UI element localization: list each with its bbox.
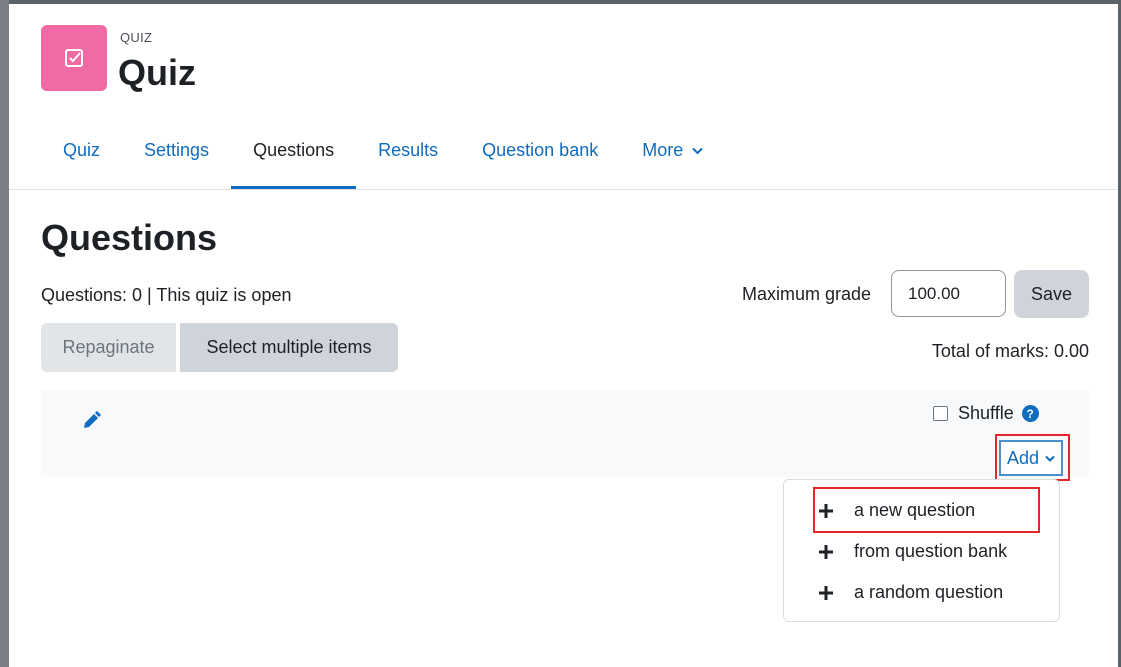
tab-label: Quiz — [63, 140, 101, 160]
tab-label: Results — [378, 140, 439, 160]
tabs-divider — [9, 189, 1118, 190]
add-dropdown-button[interactable]: Add — [999, 440, 1063, 476]
window-frame-left — [0, 0, 9, 667]
tab-label: Questions — [253, 140, 335, 160]
maximum-grade-input[interactable] — [891, 270, 1006, 317]
tab-question-bank[interactable]: Question bank — [460, 128, 620, 189]
shuffle-control[interactable]: Shuffle ? — [933, 403, 1039, 424]
activity-type-label: QUIZ — [120, 30, 153, 45]
tab-settings[interactable]: Settings — [122, 128, 231, 189]
help-icon[interactable]: ? — [1021, 405, 1039, 422]
chevron-down-icon — [692, 148, 703, 155]
tab-questions[interactable]: Questions — [231, 128, 357, 189]
shuffle-label: Shuffle — [958, 403, 1014, 423]
questions-heading: Questions — [41, 217, 218, 258]
tab-results[interactable]: Results — [356, 128, 460, 189]
window-frame-top — [0, 0, 1121, 4]
tab-label: More — [642, 140, 684, 160]
tab-quiz[interactable]: Quiz — [41, 128, 122, 189]
plus-icon — [819, 585, 833, 600]
menu-item-label: a random question — [854, 582, 1004, 602]
new-question-highlight-box — [813, 487, 1040, 533]
pencil-icon[interactable] — [80, 410, 102, 432]
menu-item-label: from question bank — [854, 541, 1008, 561]
repaginate-button[interactable]: Repaginate — [41, 323, 176, 372]
page-heading: Quiz — [118, 52, 196, 93]
shuffle-checkbox[interactable] — [933, 406, 948, 421]
chevron-down-icon — [1045, 455, 1055, 462]
checkbox-icon — [65, 49, 83, 67]
tab-more[interactable]: More — [620, 128, 725, 189]
total-marks-text: Total of marks: 0.00 — [931, 341, 1089, 361]
save-button[interactable]: Save — [1014, 270, 1089, 318]
quiz-activity-icon — [41, 25, 107, 91]
select-multiple-items-button[interactable]: Select multiple items — [180, 323, 398, 372]
quiz-section-panel — [41, 390, 1089, 477]
maximum-grade-label: Maximum grade — [742, 284, 872, 304]
menu-item-from-question-bank[interactable]: from question bank — [818, 541, 1007, 562]
secondary-navigation: Quiz Settings Questions Results Question… — [41, 128, 725, 189]
quiz-status-text: Questions: 0 | This quiz is open — [41, 285, 292, 305]
tab-label: Question bank — [482, 140, 599, 160]
tab-label: Settings — [144, 140, 210, 160]
menu-item-random-question[interactable]: a random question — [818, 582, 1003, 603]
add-button-label: Add — [1006, 447, 1040, 468]
plus-icon — [819, 544, 833, 559]
